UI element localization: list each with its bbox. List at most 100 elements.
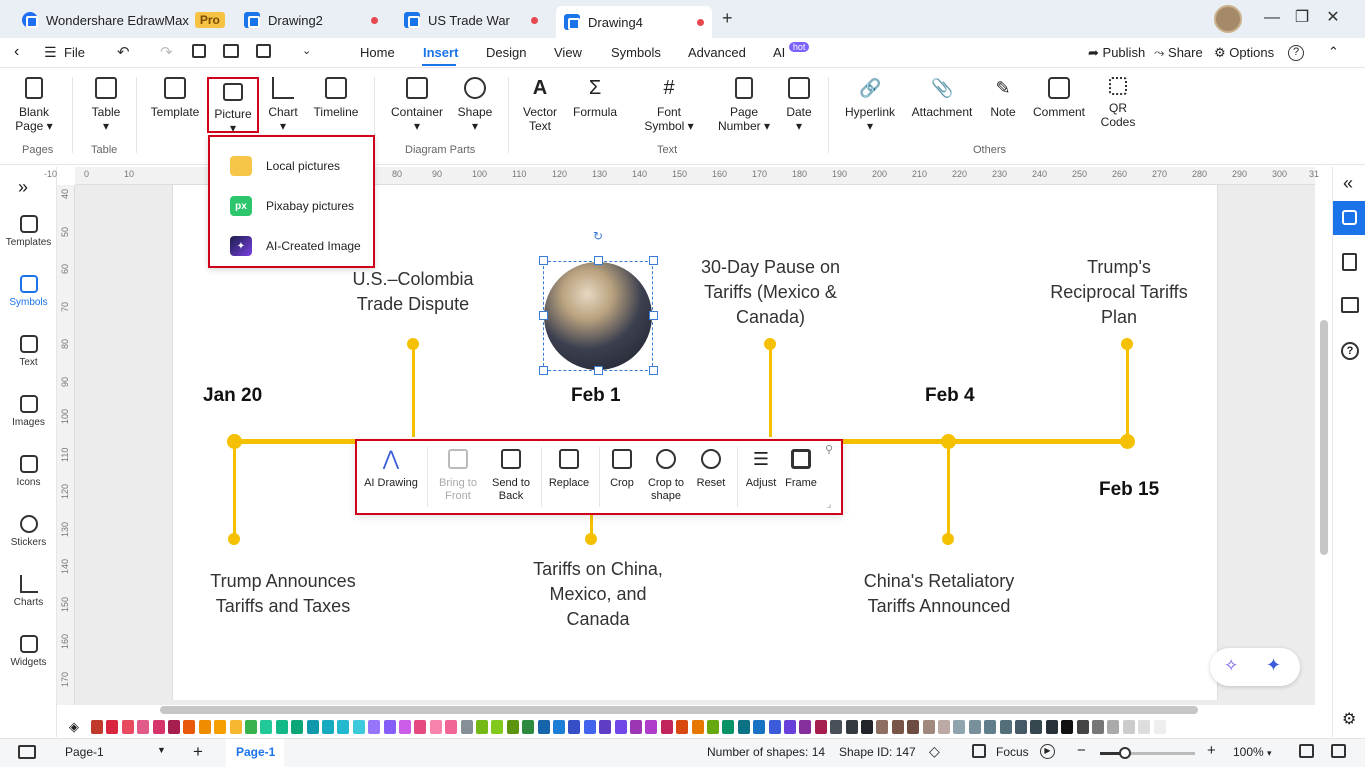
color-swatch[interactable] — [676, 720, 689, 734]
event-text-bottom[interactable]: Trump Announces Tariffs and Taxes — [193, 569, 373, 619]
expand-sidebar-icon[interactable]: » — [18, 177, 28, 198]
undo-icon[interactable]: ↶ — [117, 43, 130, 61]
collapse-right-panel-icon[interactable]: « — [1343, 173, 1353, 194]
play-icon[interactable]: ▶ — [1040, 744, 1055, 759]
sidebar-item-stickers[interactable]: Stickers — [0, 515, 57, 548]
maximize-button[interactable]: ❐ — [1292, 8, 1312, 28]
color-swatch[interactable] — [491, 720, 504, 734]
date-label[interactable]: Feb 15 — [1099, 479, 1159, 501]
help-icon[interactable]: ? — [1288, 45, 1304, 61]
color-swatch[interactable] — [414, 720, 427, 734]
reset-button[interactable]: Reset — [691, 449, 731, 490]
crop-button[interactable]: Crop — [602, 449, 642, 490]
color-swatch[interactable] — [198, 720, 211, 734]
color-swatch[interactable] — [583, 720, 596, 734]
color-swatch[interactable] — [399, 720, 411, 734]
color-swatch[interactable] — [460, 720, 473, 734]
date-button[interactable]: Date ▾ — [782, 77, 816, 133]
color-swatch[interactable] — [953, 720, 966, 734]
timeline-axis[interactable] — [843, 439, 1129, 444]
color-swatch[interactable] — [660, 720, 673, 734]
fit-page-icon[interactable] — [1299, 744, 1314, 758]
comment-button[interactable]: Comment — [1030, 77, 1088, 119]
color-swatch[interactable] — [753, 720, 766, 734]
color-swatch[interactable] — [1061, 720, 1074, 734]
color-swatch[interactable] — [568, 720, 581, 734]
color-swatch[interactable] — [1153, 720, 1166, 734]
color-swatch[interactable] — [768, 720, 781, 734]
color-swatch[interactable] — [229, 720, 242, 734]
export-icon[interactable] — [256, 44, 271, 58]
font-symbol-button[interactable]: # Font Symbol ▾ — [638, 77, 700, 133]
color-swatch[interactable] — [891, 720, 904, 734]
portrait-image[interactable] — [544, 262, 652, 370]
color-swatch[interactable] — [553, 720, 565, 734]
ai-drawing-button[interactable]: ⋀ AI Drawing — [360, 449, 422, 490]
focus-button[interactable]: Focus — [996, 745, 1029, 759]
color-swatch[interactable] — [814, 720, 827, 734]
add-tab-button[interactable]: + — [722, 8, 733, 29]
page-tab-active[interactable]: Page-1 — [226, 739, 284, 767]
vertical-scrollbar[interactable] — [1320, 320, 1328, 555]
resize-handle[interactable] — [594, 256, 603, 265]
qr-codes-button[interactable]: QR Codes — [1098, 77, 1138, 129]
close-window-button[interactable]: ✕ — [1323, 8, 1343, 28]
container-button[interactable]: Container ▾ — [386, 77, 448, 133]
print-icon[interactable] — [223, 44, 239, 58]
color-swatch[interactable] — [830, 720, 843, 734]
zoom-slider-thumb[interactable] — [1119, 747, 1131, 759]
color-swatch[interactable] — [522, 720, 535, 734]
color-swatch[interactable] — [1015, 720, 1027, 734]
picture-button[interactable]: Picture ▾ — [207, 77, 259, 135]
collapse-ribbon-icon[interactable]: ⌃ — [1328, 44, 1339, 60]
blank-page-button[interactable]: Blank Page ▾ — [14, 77, 54, 133]
color-swatch[interactable] — [691, 720, 704, 734]
template-button[interactable]: Template — [148, 77, 202, 119]
shape-button[interactable]: Shape ▾ — [454, 77, 496, 133]
color-swatch[interactable] — [506, 720, 519, 734]
color-swatch[interactable] — [291, 720, 304, 734]
horizontal-scrollbar[interactable] — [160, 706, 1198, 714]
presentation-icon[interactable] — [1341, 297, 1359, 313]
color-swatch[interactable] — [383, 720, 396, 734]
rotate-handle-icon[interactable]: ↻ — [593, 229, 603, 243]
color-swatch[interactable] — [737, 720, 750, 734]
page-properties-icon[interactable] — [1342, 253, 1357, 271]
sidebar-item-symbols[interactable]: Symbols — [0, 275, 57, 308]
event-text-bottom[interactable]: Tariffs on China, Mexico, and Canada — [513, 557, 683, 632]
sidebar-item-templates[interactable]: Templates — [0, 215, 57, 248]
color-swatch[interactable] — [537, 720, 550, 734]
back-arrow-icon[interactable]: ‹ — [14, 43, 19, 61]
minimize-button[interactable]: — — [1262, 8, 1282, 28]
resize-handle[interactable] — [539, 311, 548, 320]
zoom-level[interactable]: 100% ▾ — [1233, 745, 1272, 759]
formula-button[interactable]: Σ Formula — [570, 77, 620, 119]
tab-drawing2[interactable]: Drawing2 — [236, 6, 386, 34]
color-swatch[interactable] — [91, 720, 103, 734]
color-swatch[interactable] — [106, 720, 119, 734]
replace-button[interactable]: Replace — [545, 449, 593, 490]
color-swatch[interactable] — [922, 720, 935, 734]
color-swatch[interactable] — [152, 720, 165, 734]
color-swatch[interactable] — [784, 720, 796, 734]
user-avatar[interactable] — [1214, 5, 1242, 33]
resize-handle[interactable] — [649, 256, 658, 265]
sidebar-item-charts[interactable]: Charts — [0, 575, 57, 608]
zoom-in-button[interactable]: + — [1207, 742, 1216, 759]
chart-button[interactable]: Chart ▾ — [264, 77, 302, 133]
publish-button[interactable]: ➦ Publish — [1088, 45, 1145, 61]
ai-magic-wand-icon[interactable]: ✧ — [1224, 656, 1238, 676]
color-swatch[interactable] — [121, 720, 134, 734]
menu-advanced[interactable]: Advanced — [688, 45, 746, 60]
options-button[interactable]: ⚙ Options — [1214, 45, 1274, 61]
color-swatch[interactable] — [245, 720, 257, 734]
color-swatch[interactable] — [1076, 720, 1089, 734]
frame-button[interactable]: Frame — [781, 449, 821, 490]
date-label[interactable]: Feb 1 — [571, 385, 621, 407]
color-swatch[interactable] — [337, 720, 350, 734]
color-swatch[interactable] — [322, 720, 334, 734]
color-swatch[interactable] — [614, 720, 627, 734]
color-swatch[interactable] — [168, 720, 180, 734]
sidebar-item-widgets[interactable]: Widgets — [0, 635, 57, 668]
color-swatch[interactable] — [214, 720, 227, 734]
